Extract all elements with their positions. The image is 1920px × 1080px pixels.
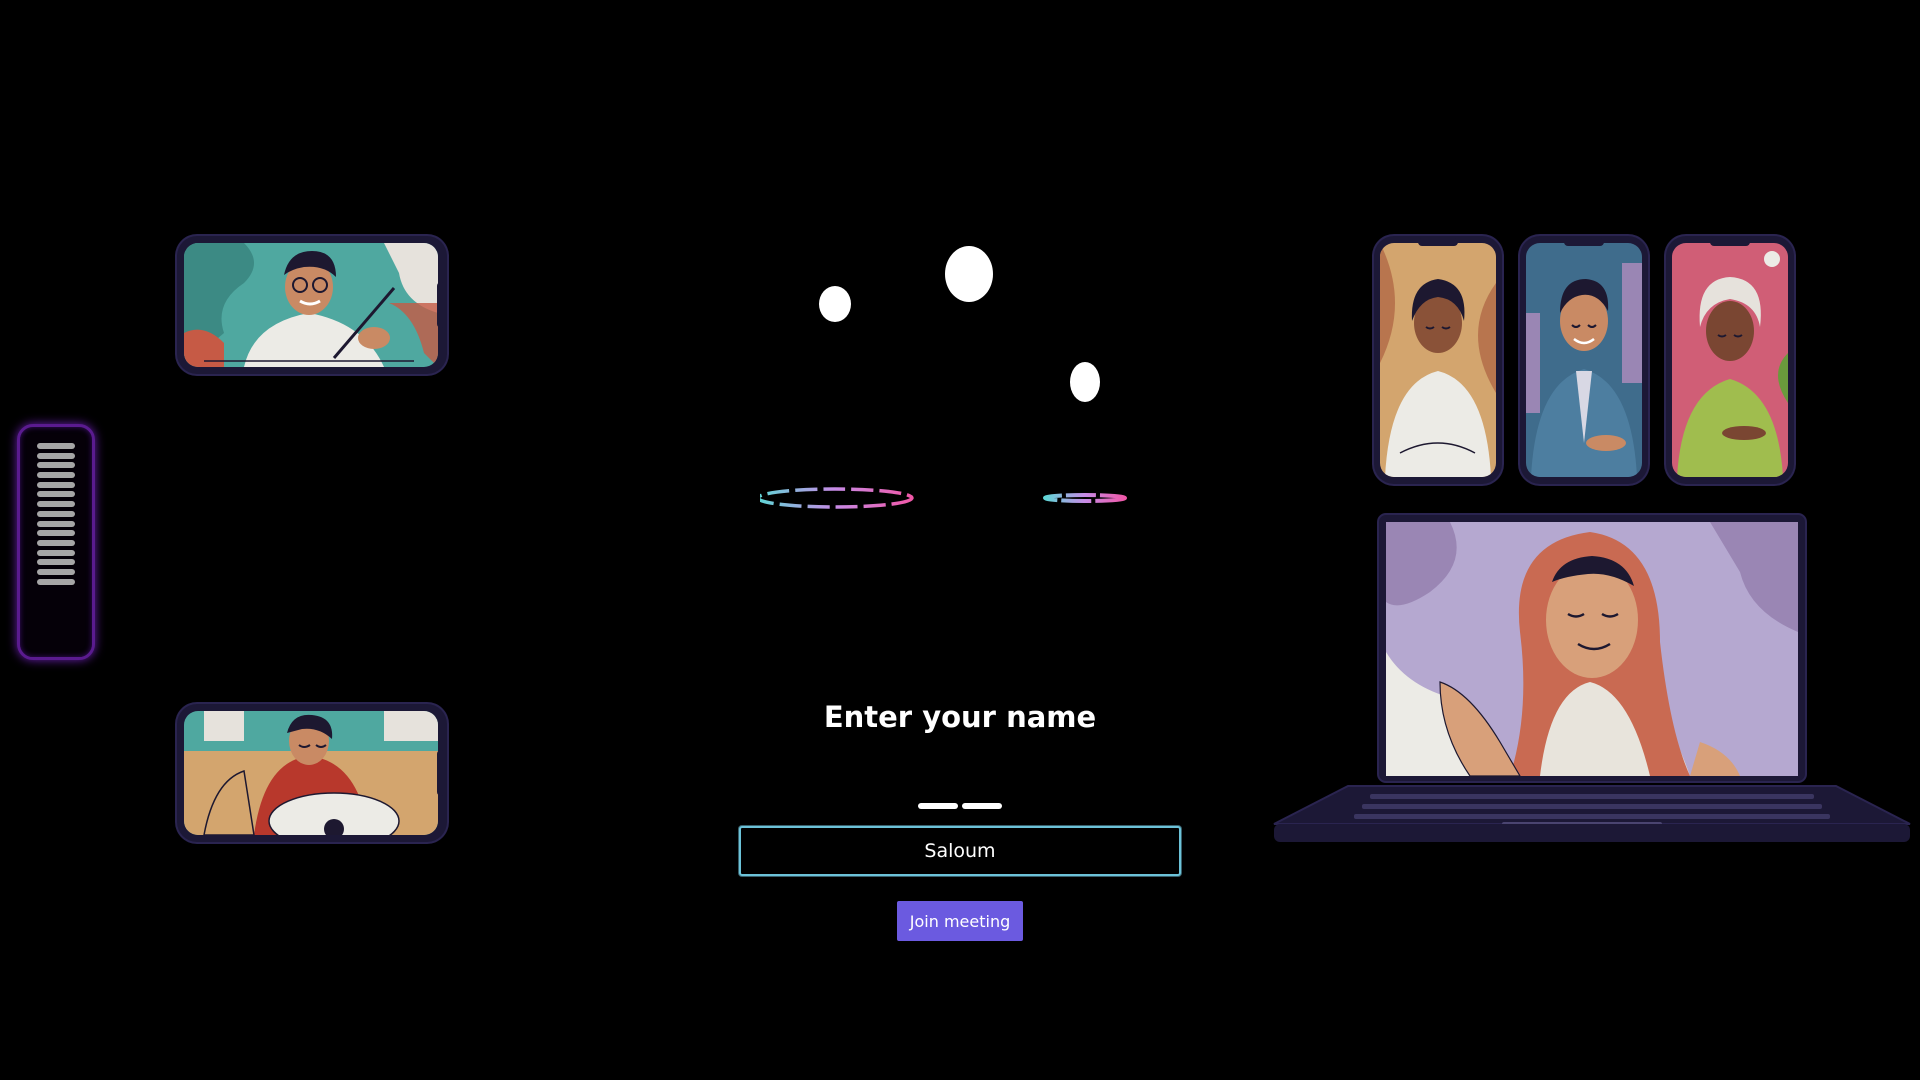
level-bar	[37, 472, 75, 479]
level-bar	[37, 559, 75, 566]
level-bar	[37, 491, 75, 498]
phone-device	[1666, 236, 1794, 484]
phone-device	[177, 704, 447, 842]
orb	[1070, 362, 1100, 402]
level-bar	[37, 520, 75, 527]
laptop-hijab-call-illustration	[1386, 522, 1798, 777]
name-input[interactable]	[739, 826, 1181, 876]
laptop-device	[1270, 512, 1914, 846]
level-bar	[37, 578, 75, 585]
loading-dashes	[918, 796, 1006, 814]
woman-call-illustration	[1380, 243, 1496, 477]
level-bars	[37, 443, 75, 588]
level-bar	[37, 568, 75, 575]
phone-device	[1374, 236, 1502, 484]
level-bar	[37, 539, 75, 546]
guitarist-call-illustration	[184, 711, 438, 835]
phone-device	[1520, 236, 1648, 484]
writer-call-illustration	[184, 243, 438, 367]
level-bar	[37, 510, 75, 517]
orb-ring	[1043, 493, 1127, 503]
elder-call-illustration	[1672, 243, 1788, 477]
level-bar	[37, 452, 75, 459]
level-bar	[37, 501, 75, 508]
orb	[945, 246, 993, 302]
level-bar	[37, 530, 75, 537]
orb	[819, 286, 851, 322]
level-bar	[37, 462, 75, 469]
loading-orbs-animation	[760, 246, 1127, 509]
level-bar	[37, 549, 75, 556]
audio-level-meter	[17, 424, 95, 660]
join-meeting-button[interactable]: Join meeting	[897, 901, 1023, 941]
level-bar	[37, 481, 75, 488]
man-tie-call-illustration	[1526, 243, 1642, 477]
page-title: Enter your name	[823, 700, 1097, 734]
phone-device	[177, 236, 447, 374]
level-bar	[37, 443, 75, 449]
orb-ring	[760, 487, 914, 509]
